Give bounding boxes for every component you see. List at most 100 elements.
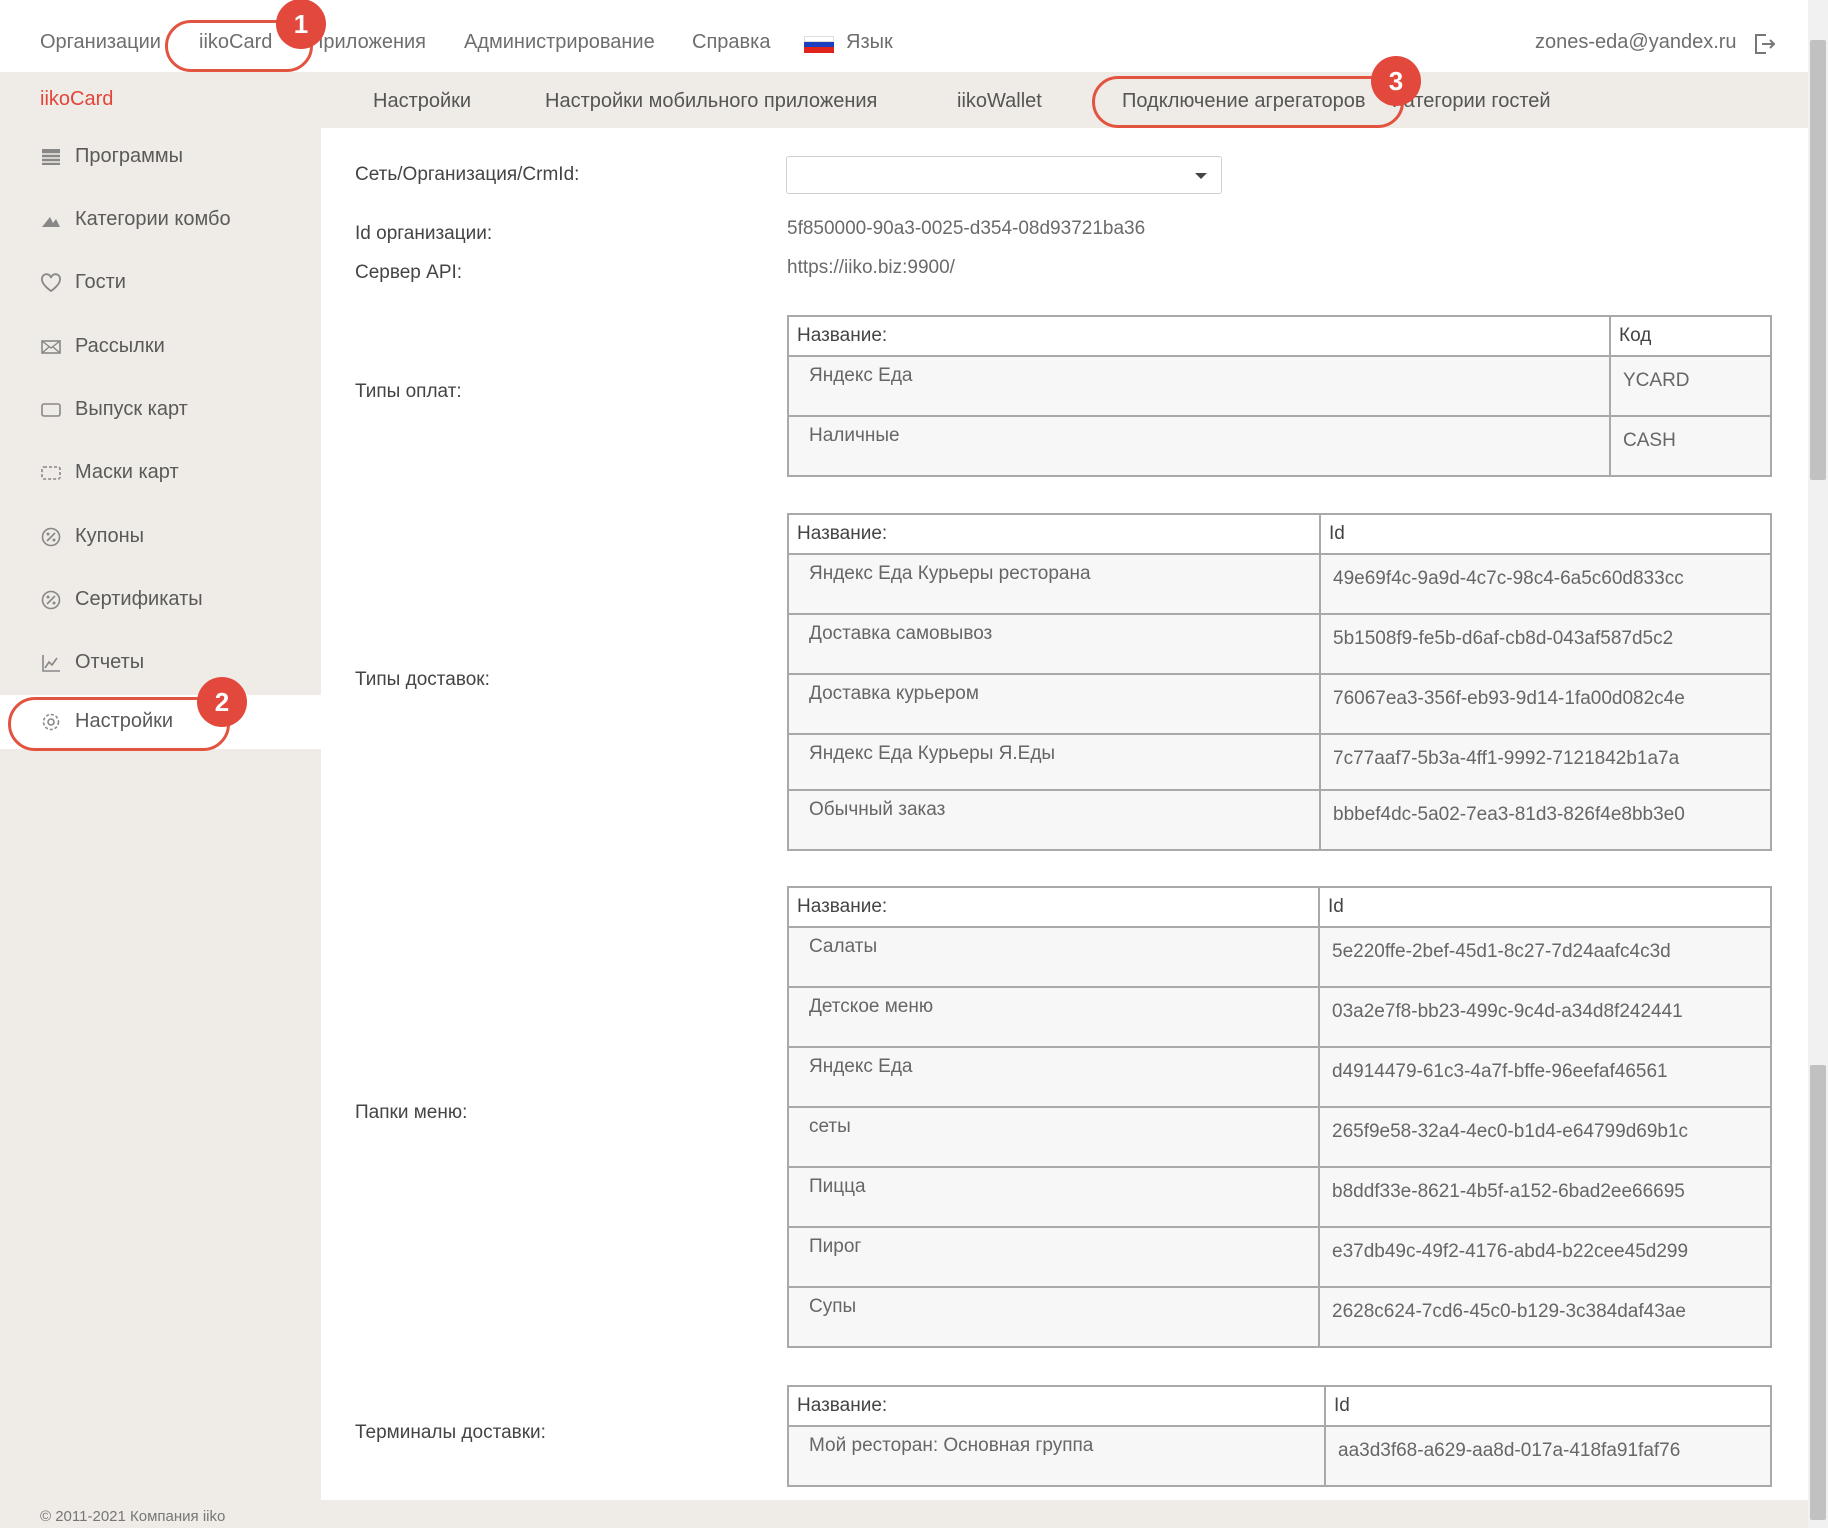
delivery-terminals-label: Терминалы доставки: xyxy=(355,1422,546,1443)
cell-name: Мой ресторан: Основная группа xyxy=(809,1435,1094,1456)
payment-types-table: Название: Код Яндекс Еда YCARD Наличные … xyxy=(787,315,1772,477)
step-badge-1: 1 xyxy=(276,0,326,49)
russia-flag-icon[interactable] xyxy=(804,36,834,53)
logout-icon[interactable] xyxy=(1752,32,1776,56)
network-select[interactable] xyxy=(786,156,1222,194)
table-row[interactable]: Супы 2628c624-7cd6-45c0-b129-3c384daf43a… xyxy=(787,1286,1772,1348)
table-row[interactable]: Пицца b8ddf33e-8621-4b5f-a152-6bad2ee666… xyxy=(787,1166,1772,1228)
cell-id: 5e220ffe-2bef-45d1-8c27-7d24aafc4c3d xyxy=(1332,941,1671,962)
table-row[interactable]: Наличные CASH xyxy=(787,415,1772,477)
cell-code: CASH xyxy=(1623,430,1676,451)
api-server-label: Сервер API: xyxy=(355,262,463,283)
sidebar-item-reports[interactable]: Отчеты xyxy=(0,636,321,690)
combo-icon xyxy=(42,217,60,227)
cell-code: YCARD xyxy=(1623,370,1690,391)
mail-icon xyxy=(41,340,61,354)
sidebar-item-label: Маски карт xyxy=(75,461,179,483)
sidebar-item-programs[interactable]: Программы xyxy=(0,130,321,184)
sidebar-item-card-masks[interactable]: Маски карт xyxy=(0,446,321,500)
table-row[interactable]: Доставка курьером 76067ea3-356f-eb93-9d1… xyxy=(787,673,1772,735)
table-row[interactable]: Детское меню 03a2e7f8-bb23-499c-9c4d-a34… xyxy=(787,986,1772,1048)
org-id-label: Id организации: xyxy=(355,223,493,244)
sidebar-item-label: Купоны xyxy=(75,525,145,547)
sidebar-item-combo-categories[interactable]: Категории комбо xyxy=(0,193,321,247)
tab-iikowallet[interactable]: iikoWallet xyxy=(957,90,1042,113)
nav-help[interactable]: Справка xyxy=(692,30,770,54)
cell-id: 5b1508f9-fe5b-d6af-cb8d-043af587d5c2 xyxy=(1333,628,1674,649)
table-row[interactable]: Яндекс Еда Курьеры Я.Еды 7c77aaf7-5b3a-4… xyxy=(787,733,1772,791)
sidebar-item-label: Категории комбо xyxy=(75,208,231,230)
nav-administration[interactable]: Администрирование xyxy=(464,30,655,54)
delivery-terminals-table: Название: Id Мой ресторан: Основная груп… xyxy=(787,1385,1772,1487)
cell-id: 76067ea3-356f-eb93-9d14-1fa00d082c4e xyxy=(1333,688,1685,709)
table-row[interactable]: Салаты 5e220ffe-2bef-45d1-8c27-7d24aafc4… xyxy=(787,926,1772,988)
table-row[interactable]: сеты 265f9e58-32a4-4ec0-b1d4-e64799d69b1… xyxy=(787,1106,1772,1168)
table-header: Название: Id xyxy=(787,1385,1772,1427)
column-header: Название: xyxy=(787,1385,1326,1427)
list-icon xyxy=(42,149,60,165)
cell-name: Яндекс Еда xyxy=(809,1056,913,1077)
column-header: Код xyxy=(1609,315,1772,357)
cell-id: 265f9e58-32a4-4ec0-b1d4-e64799d69b1c xyxy=(1332,1121,1689,1142)
sidebar-item-card-issue[interactable]: Выпуск карт xyxy=(0,383,321,437)
nav-organizations[interactable]: Организации xyxy=(40,30,161,54)
cell-name: Яндекс Еда xyxy=(809,365,913,386)
menu-folders-label: Папки меню: xyxy=(355,1102,468,1123)
card-icon xyxy=(41,403,61,417)
column-header: Название: xyxy=(787,886,1320,928)
cell-name: Супы xyxy=(809,1296,857,1317)
sidebar-item-label: Выпуск карт xyxy=(75,398,188,420)
sidebar-item-mailings[interactable]: Рассылки xyxy=(0,320,321,374)
settings-tabs: Настройки Настройки мобильного приложени… xyxy=(321,72,1808,128)
table-row[interactable]: Обычный заказ bbbef4dc-5a02-7ea3-81d3-82… xyxy=(787,789,1772,851)
scrollbar-thumb[interactable] xyxy=(1810,40,1826,480)
sidebar-item-coupons[interactable]: Купоны xyxy=(0,510,321,564)
cell-name: Пицца xyxy=(809,1176,866,1197)
cell-name: Обычный заказ xyxy=(809,799,946,820)
nav-applications[interactable]: Приложения xyxy=(309,30,426,54)
scrollbar-thumb-secondary[interactable] xyxy=(1810,1065,1826,1520)
table-row[interactable]: Яндекс Еда d4914479-61c3-4a7f-bffe-96eef… xyxy=(787,1046,1772,1108)
cell-name: Пирог xyxy=(809,1236,862,1257)
cell-name: Доставка курьером xyxy=(809,683,979,704)
sidebar-item-label: Программы xyxy=(75,145,184,167)
certificate-icon xyxy=(41,590,61,610)
sidebar-item-label: Гости xyxy=(75,271,126,293)
step-badge-2: 2 xyxy=(197,677,247,727)
card-mask-icon xyxy=(41,466,61,480)
cell-id: aa3d3f68-a629-aa8d-017a-418fa91faf76 xyxy=(1338,1440,1681,1461)
cell-id: 49e69f4c-9a9d-4c7c-98c4-6a5c60d833cc xyxy=(1333,568,1684,589)
table-row[interactable]: Яндекс Еда YCARD xyxy=(787,355,1772,417)
table-row[interactable]: Мой ресторан: Основная группа aa3d3f68-a… xyxy=(787,1425,1772,1487)
delivery-types-table: Название: Id Яндекс Еда Курьеры ресторан… xyxy=(787,513,1772,851)
network-label: Сеть/Организация/CrmId: xyxy=(355,164,580,185)
sidebar-item-label: Рассылки xyxy=(75,335,165,357)
cell-name: сеты xyxy=(809,1116,851,1137)
delivery-types-label: Типы доставок: xyxy=(355,669,490,690)
table-row[interactable]: Доставка самовывоз 5b1508f9-fe5b-d6af-cb… xyxy=(787,613,1772,675)
cell-name: Салаты xyxy=(809,936,878,957)
tab-settings[interactable]: Настройки xyxy=(373,90,471,113)
cell-id: 03a2e7f8-bb23-499c-9c4d-a34d8f242441 xyxy=(1332,1001,1683,1022)
api-server-value: https://iiko.biz:9900/ xyxy=(787,257,955,278)
step-badge-3: 3 xyxy=(1371,56,1421,106)
sidebar-item-guests[interactable]: Гости xyxy=(0,256,321,310)
table-header: Название: Id xyxy=(787,513,1772,555)
tab-mobile-app-settings[interactable]: Настройки мобильного приложения xyxy=(545,90,877,113)
nav-language[interactable]: Язык xyxy=(846,30,893,54)
sidebar-brand[interactable]: iikoCard xyxy=(40,88,113,111)
user-email[interactable]: zones-eda@yandex.ru xyxy=(1535,30,1737,54)
table-row[interactable]: Яндекс Еда Курьеры ресторана 49e69f4c-9a… xyxy=(787,553,1772,615)
column-header: Название: xyxy=(787,513,1321,555)
column-header: Id xyxy=(1318,886,1772,928)
table-header: Название: Id xyxy=(787,886,1772,928)
cell-name: Яндекс Еда Курьеры ресторана xyxy=(809,563,1091,584)
org-id-value: 5f850000-90a3-0025-d354-08d93721ba36 xyxy=(787,218,1146,239)
coupon-icon xyxy=(41,527,61,547)
cell-name: Детское меню xyxy=(809,996,934,1017)
table-row[interactable]: Пирог e37db49c-49f2-4176-abd4-b22cee45d2… xyxy=(787,1226,1772,1288)
sidebar-item-label: Сертификаты xyxy=(75,588,203,610)
chart-icon xyxy=(42,655,60,672)
footer-copyright: © 2011-2021 Компания iiko xyxy=(40,1508,226,1525)
sidebar-item-certificates[interactable]: Сертификаты xyxy=(0,573,321,627)
